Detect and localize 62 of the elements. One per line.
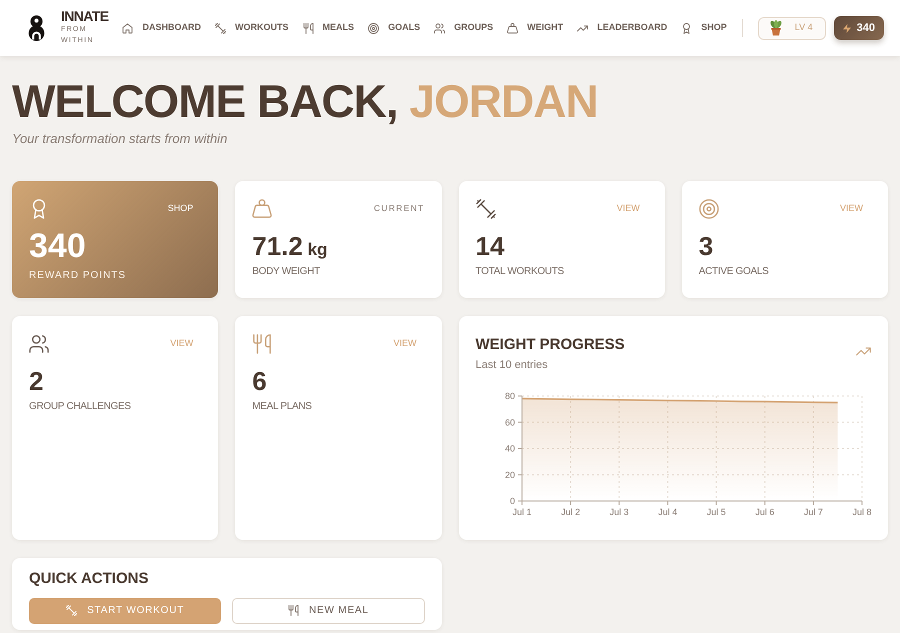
points-indicator: 340 <box>834 16 884 40</box>
welcome-subtitle: Your transformation starts from within <box>12 131 228 147</box>
kettlebell-icon <box>252 198 272 219</box>
action-button[interactable]: NEW MEAL <box>232 598 424 624</box>
plant-icon <box>768 20 783 36</box>
dumbbell-icon <box>476 198 496 219</box>
utensils-icon <box>302 22 314 34</box>
lightning-icon <box>842 24 851 32</box>
stat-value: 340 <box>29 228 87 265</box>
card-caption: CURRENT <box>374 202 424 215</box>
home-icon <box>122 22 134 34</box>
section-title: QUICK ACTIONS <box>29 570 150 588</box>
y-tick-label: 60 <box>504 418 514 428</box>
stat-value: 3 <box>698 232 714 260</box>
utensils-icon <box>288 605 299 616</box>
stat-label: ACTIVE GOALS <box>698 265 770 280</box>
nav-link[interactable]: MEALS <box>302 21 354 35</box>
x-tick-label: Jul 8 <box>852 507 871 518</box>
x-tick-label: Jul 4 <box>658 507 677 518</box>
nav-link[interactable]: DASHBOARD <box>122 21 201 35</box>
x-tick-label: Jul 7 <box>803 507 822 518</box>
stat-value: 14 <box>476 232 506 260</box>
users-icon <box>29 334 49 354</box>
nav-link[interactable]: GROUPS <box>434 21 494 35</box>
x-tick-label: Jul 2 <box>560 507 580 518</box>
x-tick-label: Jul 6 <box>754 507 774 518</box>
target-icon <box>368 22 380 34</box>
y-tick-label: 0 <box>509 496 514 506</box>
dumbbell-icon <box>66 605 78 616</box>
chart-subtitle: Last 10 entries <box>476 358 549 373</box>
level-indicator: LV 4 <box>758 16 826 40</box>
y-tick-label: 80 <box>504 391 514 402</box>
x-tick-label: Jul 1 <box>512 507 531 518</box>
target-icon <box>698 198 719 219</box>
stat-label: TOTAL WORKOUTS <box>476 265 565 280</box>
stat-value: 6 <box>252 366 268 396</box>
x-tick-label: Jul 3 <box>609 507 628 518</box>
kettlebell-icon <box>507 22 518 34</box>
dumbbell-icon <box>215 22 226 34</box>
nav-link[interactable]: WEIGHT <box>507 21 564 35</box>
stat-value: 71.2 kg <box>252 232 328 260</box>
y-tick-label: 40 <box>504 444 514 454</box>
nav-link[interactable]: WORKOUTS <box>215 21 289 35</box>
card-link[interactable]: SHOP <box>160 203 202 214</box>
medal-icon <box>681 22 692 34</box>
stat-label: GROUP CHALLENGES <box>29 400 132 414</box>
logo-icon <box>28 15 45 41</box>
nav-link[interactable]: GOALS <box>368 21 420 35</box>
stat-value: 2 <box>29 366 44 396</box>
utensils-icon <box>252 334 272 354</box>
users-icon <box>434 22 446 34</box>
y-tick-label: 20 <box>504 470 514 480</box>
brand-name: INNATE <box>61 9 108 24</box>
stat-label: MEAL PLANS <box>252 400 313 414</box>
nav-link[interactable]: SHOP <box>681 21 727 35</box>
nav-link[interactable]: LEADERBOARD <box>577 21 668 35</box>
stat-label: REWARD POINTS <box>29 268 128 283</box>
stat-label: BODY WEIGHT <box>252 265 321 280</box>
x-tick-label: Jul 5 <box>706 507 726 518</box>
trend-up-icon <box>577 22 588 34</box>
chart-title: WEIGHT PROGRESS <box>476 336 625 354</box>
welcome-heading: WELCOME BACK, JORDAN <box>12 78 599 124</box>
